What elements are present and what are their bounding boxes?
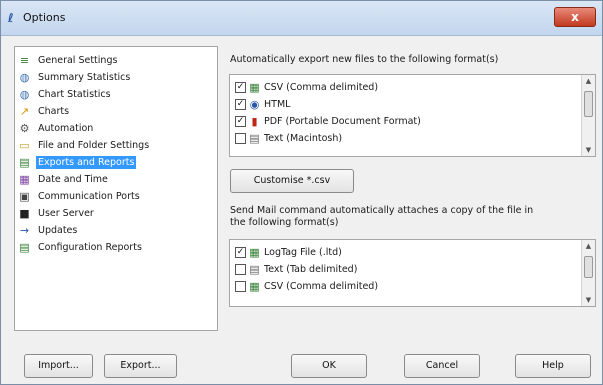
scroll-thumb[interactable] xyxy=(584,91,593,117)
tree-item[interactable]: ▤ Exports and Reports xyxy=(18,154,137,170)
tree-item-label: Communication Ports xyxy=(38,190,140,202)
checkbox-checked[interactable]: ✓ xyxy=(235,247,246,258)
category-icon: ▣ xyxy=(19,189,30,203)
file-type-icon: ▦ xyxy=(249,280,260,293)
format-row[interactable]: ▤ Text (Tab delimited) xyxy=(235,261,357,278)
category-icon: ⚙ xyxy=(19,121,30,135)
tree-item[interactable]: ▤ Configuration Reports xyxy=(18,239,144,255)
cancel-button[interactable]: Cancel xyxy=(404,354,480,378)
import-button[interactable]: Import... xyxy=(24,354,93,378)
tree-item-label: General Settings xyxy=(38,54,118,66)
ok-button[interactable]: OK xyxy=(291,354,367,378)
category-icon: ≡ xyxy=(19,53,30,67)
tree-item-label: User Server xyxy=(38,207,94,219)
scroll-up-icon[interactable]: ▲ xyxy=(582,75,595,87)
scroll-down-icon[interactable]: ▼ xyxy=(582,144,595,156)
mail-label-line2: the following format(s) xyxy=(230,217,339,228)
file-type-icon: ◉ xyxy=(249,98,260,111)
customise-csv-button[interactable]: Customise *.csv xyxy=(230,169,354,193)
format-label: Text (Tab delimited) xyxy=(264,264,358,275)
format-row[interactable]: ✓ ▦ LogTag File (.ltd) xyxy=(235,244,342,261)
file-type-icon: ▦ xyxy=(249,246,260,259)
file-type-icon: ▮ xyxy=(251,115,258,128)
tree-item-label: Updates xyxy=(38,224,78,236)
file-type-icon: ▤ xyxy=(249,263,260,276)
checkbox-checked[interactable]: ✓ xyxy=(235,99,246,110)
category-icon: ◍ xyxy=(19,87,30,101)
tree-item-label: File and Folder Settings xyxy=(38,139,150,151)
category-icon: ▤ xyxy=(19,240,30,254)
scroll-up-icon[interactable]: ▲ xyxy=(582,240,595,252)
format-label: PDF (Portable Document Format) xyxy=(264,116,421,127)
format-row[interactable]: ▤ Text (Macintosh) xyxy=(235,130,342,147)
tree-item-label: Automation xyxy=(38,122,94,134)
format-label: LogTag File (.ltd) xyxy=(264,247,342,258)
category-icon: ▤ xyxy=(19,155,30,169)
format-label: CSV (Comma delimited) xyxy=(264,82,379,93)
tree-item[interactable]: ≡ General Settings xyxy=(18,52,119,68)
scroll-down-icon[interactable]: ▼ xyxy=(582,294,595,306)
category-icon: ◍ xyxy=(19,70,30,84)
window-title: Options xyxy=(23,11,66,24)
checkbox-checked[interactable]: ✓ xyxy=(235,116,246,127)
category-icon: ▦ xyxy=(19,172,30,186)
mail-section-label: Send Mail command automatically attaches… xyxy=(230,205,533,229)
format-label: CSV (Comma delimited) xyxy=(264,281,379,292)
tree-item-label: Date and Time xyxy=(38,173,108,185)
close-button[interactable]: x xyxy=(554,7,596,27)
export-button[interactable]: Export... xyxy=(104,354,177,378)
tree-item-label: Chart Statistics xyxy=(38,88,111,100)
file-type-icon: ▤ xyxy=(249,132,260,145)
checkbox-checked[interactable]: ✓ xyxy=(235,82,246,93)
checkbox-unchecked[interactable] xyxy=(235,281,246,292)
tree-item[interactable]: ■ User Server xyxy=(18,205,96,221)
close-icon: x xyxy=(571,10,579,24)
category-icon: ▭ xyxy=(19,138,30,152)
tree-item[interactable]: ↗ Charts xyxy=(18,103,71,119)
format-row[interactable]: ▦ CSV (Comma delimited) xyxy=(235,278,378,295)
tree-item[interactable]: ◍ Chart Statistics xyxy=(18,86,113,102)
tree-item[interactable]: ▭ File and Folder Settings xyxy=(18,137,151,153)
format-row[interactable]: ✓ ◉ HTML xyxy=(235,96,290,113)
mail-label-line1: Send Mail command automatically attaches… xyxy=(230,205,534,216)
tree-item-label: Exports and Reports xyxy=(36,155,137,169)
tree-item[interactable]: → Updates xyxy=(18,222,79,238)
app-icon: ℓ xyxy=(8,11,14,25)
tree-item[interactable]: ▣ Communication Ports xyxy=(18,188,142,204)
format-label: Text (Macintosh) xyxy=(264,133,343,144)
mail-list-scrollbar[interactable]: ▲ ▼ xyxy=(581,240,595,306)
export-list-scrollbar[interactable]: ▲ ▼ xyxy=(581,75,595,156)
checkbox-unchecked[interactable] xyxy=(235,264,246,275)
category-icon: ■ xyxy=(19,206,30,220)
export-format-list: ▲ ▼ ✓ ▦ CSV (Comma delimited) ✓ ◉ HTML ✓ ▮ PDF (… xyxy=(229,74,596,157)
export-section-label: Automatically export new files to the fo… xyxy=(230,54,499,65)
help-button[interactable]: Help xyxy=(515,354,591,378)
tree-item-label: Summary Statistics xyxy=(38,71,131,83)
options-window: ℓ Options x ≡ General Settings ◍ Summary St… xyxy=(0,0,603,385)
file-type-icon: ▦ xyxy=(249,81,260,94)
tree-item[interactable]: ▦ Date and Time xyxy=(18,171,110,187)
tree-item[interactable]: ◍ Summary Statistics xyxy=(18,69,132,85)
category-icon: ↗ xyxy=(19,104,30,118)
format-row[interactable]: ✓ ▦ CSV (Comma delimited) xyxy=(235,79,378,96)
tree-item-label: Charts xyxy=(38,105,70,117)
format-row[interactable]: ✓ ▮ PDF (Portable Document Format) xyxy=(235,113,421,130)
category-icon: → xyxy=(19,223,30,237)
mail-format-list: ▲ ▼ ✓ ▦ LogTag File (.ltd) ▤ Text (Tab delim… xyxy=(229,239,596,307)
format-label: HTML xyxy=(264,99,291,110)
tree-item-label: Configuration Reports xyxy=(38,241,142,253)
category-tree: ≡ General Settings ◍ Summary Statistics ◍ Cha… xyxy=(14,46,218,331)
title-bar: ℓ Options x xyxy=(1,1,602,36)
checkbox-unchecked[interactable] xyxy=(235,133,246,144)
scroll-thumb[interactable] xyxy=(584,256,593,278)
tree-item[interactable]: ⚙ Automation xyxy=(18,120,95,136)
